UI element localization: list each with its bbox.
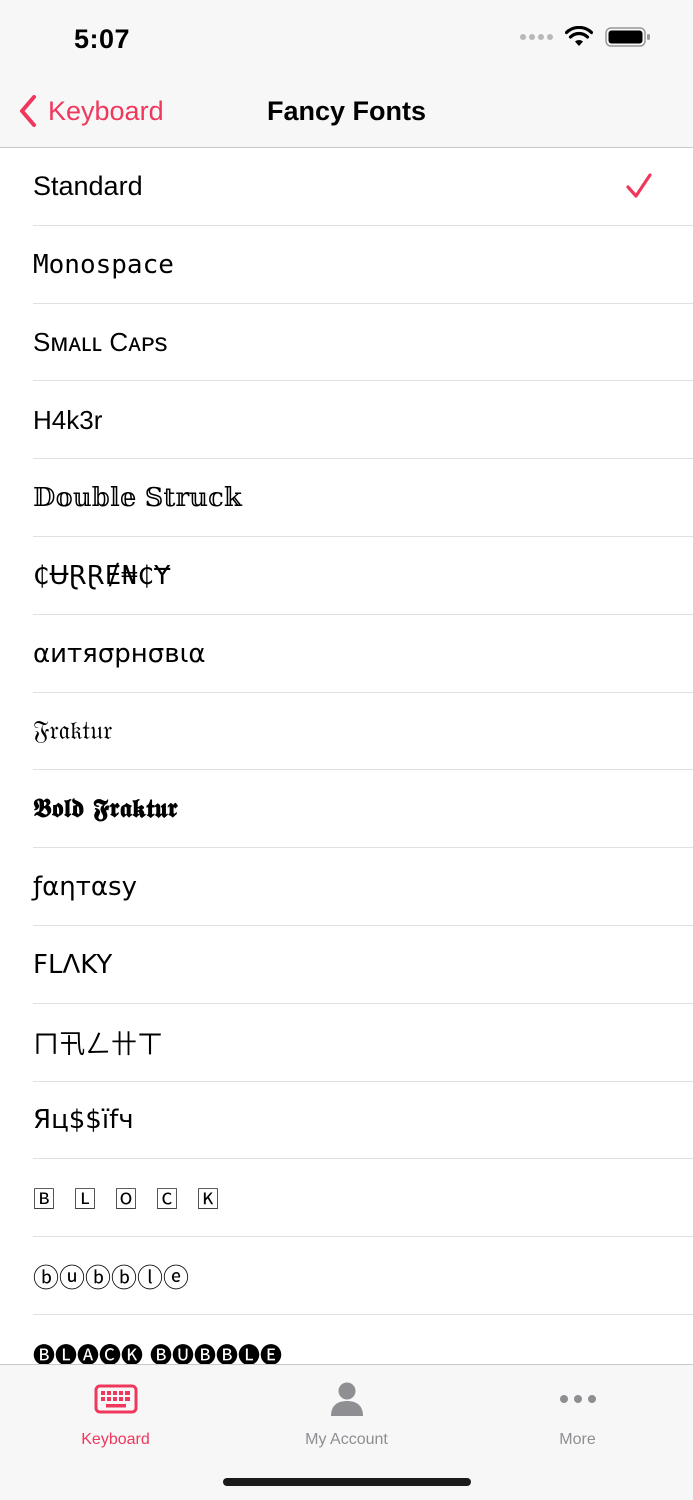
font-option-monospace[interactable]: 𝙼𝚘𝚗𝚘𝚜𝚙𝚊𝚌𝚎: [0, 226, 693, 304]
status-indicators: [520, 26, 651, 48]
person-icon: [330, 1382, 363, 1416]
font-option-russify[interactable]: Яц$$їfч: [0, 1082, 693, 1160]
font-option-antrophobia[interactable]: αитяσрнσвια: [0, 615, 693, 693]
tab-my-account[interactable]: My Account: [231, 1365, 462, 1455]
more-icon: [559, 1395, 596, 1403]
font-option-label: 𝔉𝔯𝔞𝔨𝔱𝔲𝔯: [33, 715, 113, 746]
font-option-fraktur[interactable]: 𝔉𝔯𝔞𝔨𝔱𝔲𝔯: [0, 693, 693, 771]
font-option-label: 🅑🅛🅐🅒🅚 🅑🅤🅑🅑🅛🅔: [33, 1343, 282, 1364]
tab-keyboard[interactable]: Keyboard: [0, 1365, 231, 1455]
tab-more[interactable]: More: [462, 1365, 693, 1455]
font-option-label: 𝔻𝕠𝕦𝕓𝕝𝕖 𝕊𝕥𝕣𝕦𝕔𝕜: [33, 483, 242, 514]
font-option-label: Sᴍᴀʟʟ Cᴀᴘs: [33, 326, 168, 357]
font-option-block[interactable]: 🄱 🄻 🄾 🄲 🄺: [0, 1159, 693, 1237]
font-option-label: 🄱 🄻 🄾 🄲 🄺: [33, 1188, 225, 1214]
checkmark-icon: [626, 173, 652, 198]
font-option-label: FLΛKY: [33, 949, 113, 980]
font-option-h4k3r[interactable]: H4k3r: [0, 381, 693, 459]
font-option-label: ㄇ卂ㄥ卄ㄒ: [33, 1030, 164, 1061]
font-list: Standard 𝙼𝚘𝚗𝚘𝚜𝚙𝚊𝚌𝚎 Sᴍᴀʟʟ Cᴀᴘs H4k3r 𝔻𝕠𝕦𝕓…: [0, 148, 693, 1364]
font-option-label: Standard: [33, 171, 143, 202]
tab-label: My Account: [305, 1431, 388, 1448]
font-option-bubble[interactable]: ⓑⓤⓑⓑⓛⓔ: [0, 1237, 693, 1315]
navigation-bar: Keyboard Fancy Fonts: [0, 74, 693, 148]
font-option-label: 𝙼𝚘𝚗𝚘𝚜𝚙𝚊𝚌𝚎: [33, 249, 174, 280]
wifi-icon: [565, 26, 593, 46]
font-option-label: 𝕭𝖔𝖑𝖉 𝕱𝖗𝖆𝖐𝖙𝖚𝖗: [33, 793, 178, 824]
font-option-label: H4k3r: [33, 404, 103, 435]
battery-icon: [605, 27, 650, 47]
font-option-currency[interactable]: ₵ɄⱤⱤɆ₦₵Ɏ: [0, 537, 693, 615]
font-option-flaky[interactable]: FLΛKY: [0, 926, 693, 1004]
font-option-label: ⓑⓤⓑⓑⓛⓔ: [33, 1263, 190, 1294]
font-option-double-struck[interactable]: 𝔻𝕠𝕦𝕓𝕝𝕖 𝕊𝕥𝕣𝕦𝕔𝕜: [0, 459, 693, 537]
font-option-black-bubble[interactable]: 🅑🅛🅐🅒🅚 🅑🅤🅑🅑🅛🅔: [0, 1315, 693, 1364]
font-option-bold-fraktur[interactable]: 𝕭𝖔𝖑𝖉 𝕱𝖗𝖆𝖐𝖙𝖚𝖗: [0, 770, 693, 848]
tab-label: More: [559, 1431, 596, 1448]
font-option-label: αитяσрнσвια: [33, 638, 206, 669]
page-title: Fancy Fonts: [266, 96, 427, 126]
tab-bar: Keyboard My Account More: [0, 1364, 693, 1500]
font-option-manga[interactable]: ㄇ卂ㄥ卄ㄒ: [0, 1004, 693, 1082]
font-option-label: ₵ɄⱤⱤɆ₦₵Ɏ: [33, 560, 171, 591]
home-indicator[interactable]: [223, 1478, 471, 1486]
tab-label: Keyboard: [81, 1431, 150, 1448]
keyboard-icon: [94, 1384, 137, 1414]
font-option-standard[interactable]: Standard: [0, 148, 693, 226]
font-option-label: Яц$$їfч: [33, 1105, 134, 1136]
font-option-small-caps[interactable]: Sᴍᴀʟʟ Cᴀᴘs: [0, 304, 693, 382]
status-bar: 5:07: [0, 0, 693, 74]
font-option-fantasy[interactable]: ƒαηтαѕу: [0, 848, 693, 926]
status-time: 5:07: [74, 24, 131, 54]
font-option-label: ƒαηтαѕу: [33, 872, 137, 903]
cellular-signal-icon: [520, 34, 553, 40]
